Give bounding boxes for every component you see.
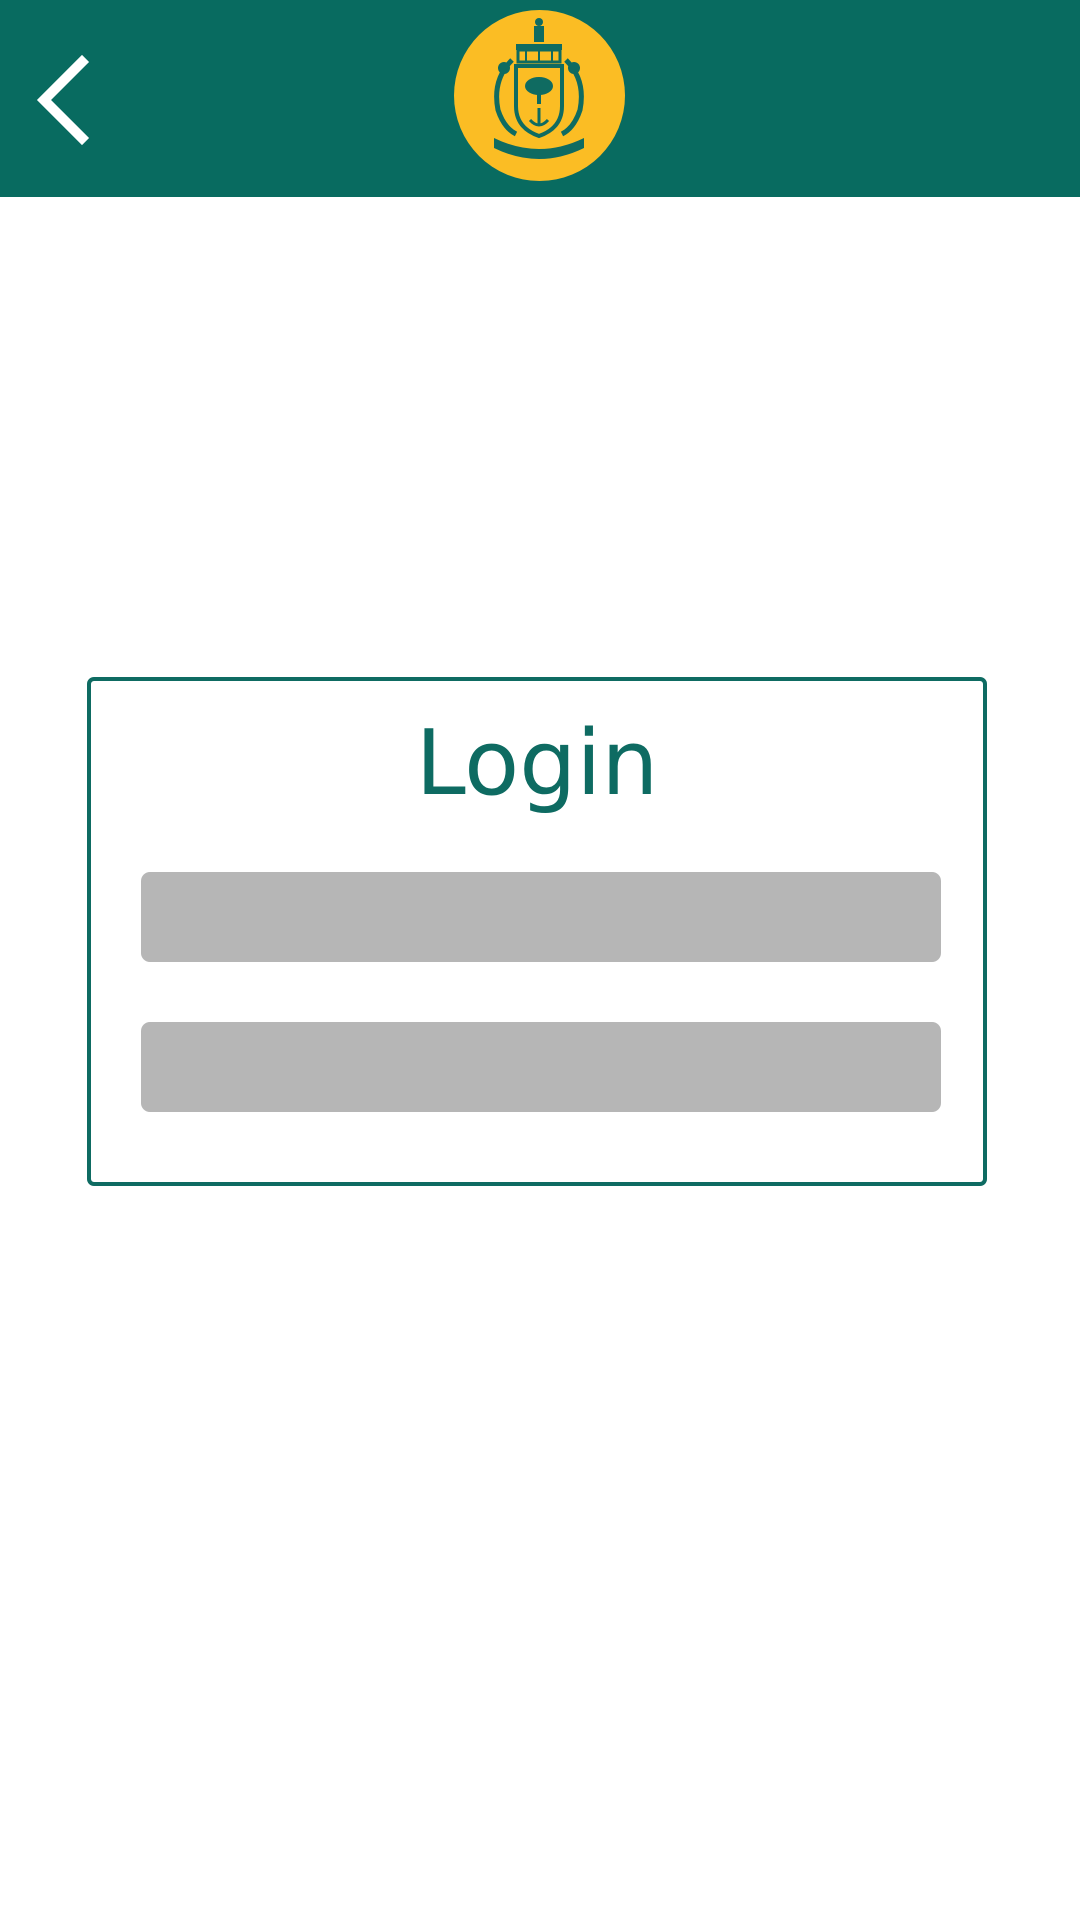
city-logo — [454, 10, 625, 181]
back-button[interactable] — [30, 50, 100, 150]
app-header — [0, 0, 1080, 197]
username-field[interactable] — [141, 872, 941, 962]
login-title: Login — [415, 711, 659, 816]
password-field[interactable] — [141, 1022, 941, 1112]
chevron-left-icon — [36, 54, 90, 146]
login-card: Login — [87, 677, 987, 1186]
coat-of-arms-icon — [494, 18, 584, 159]
